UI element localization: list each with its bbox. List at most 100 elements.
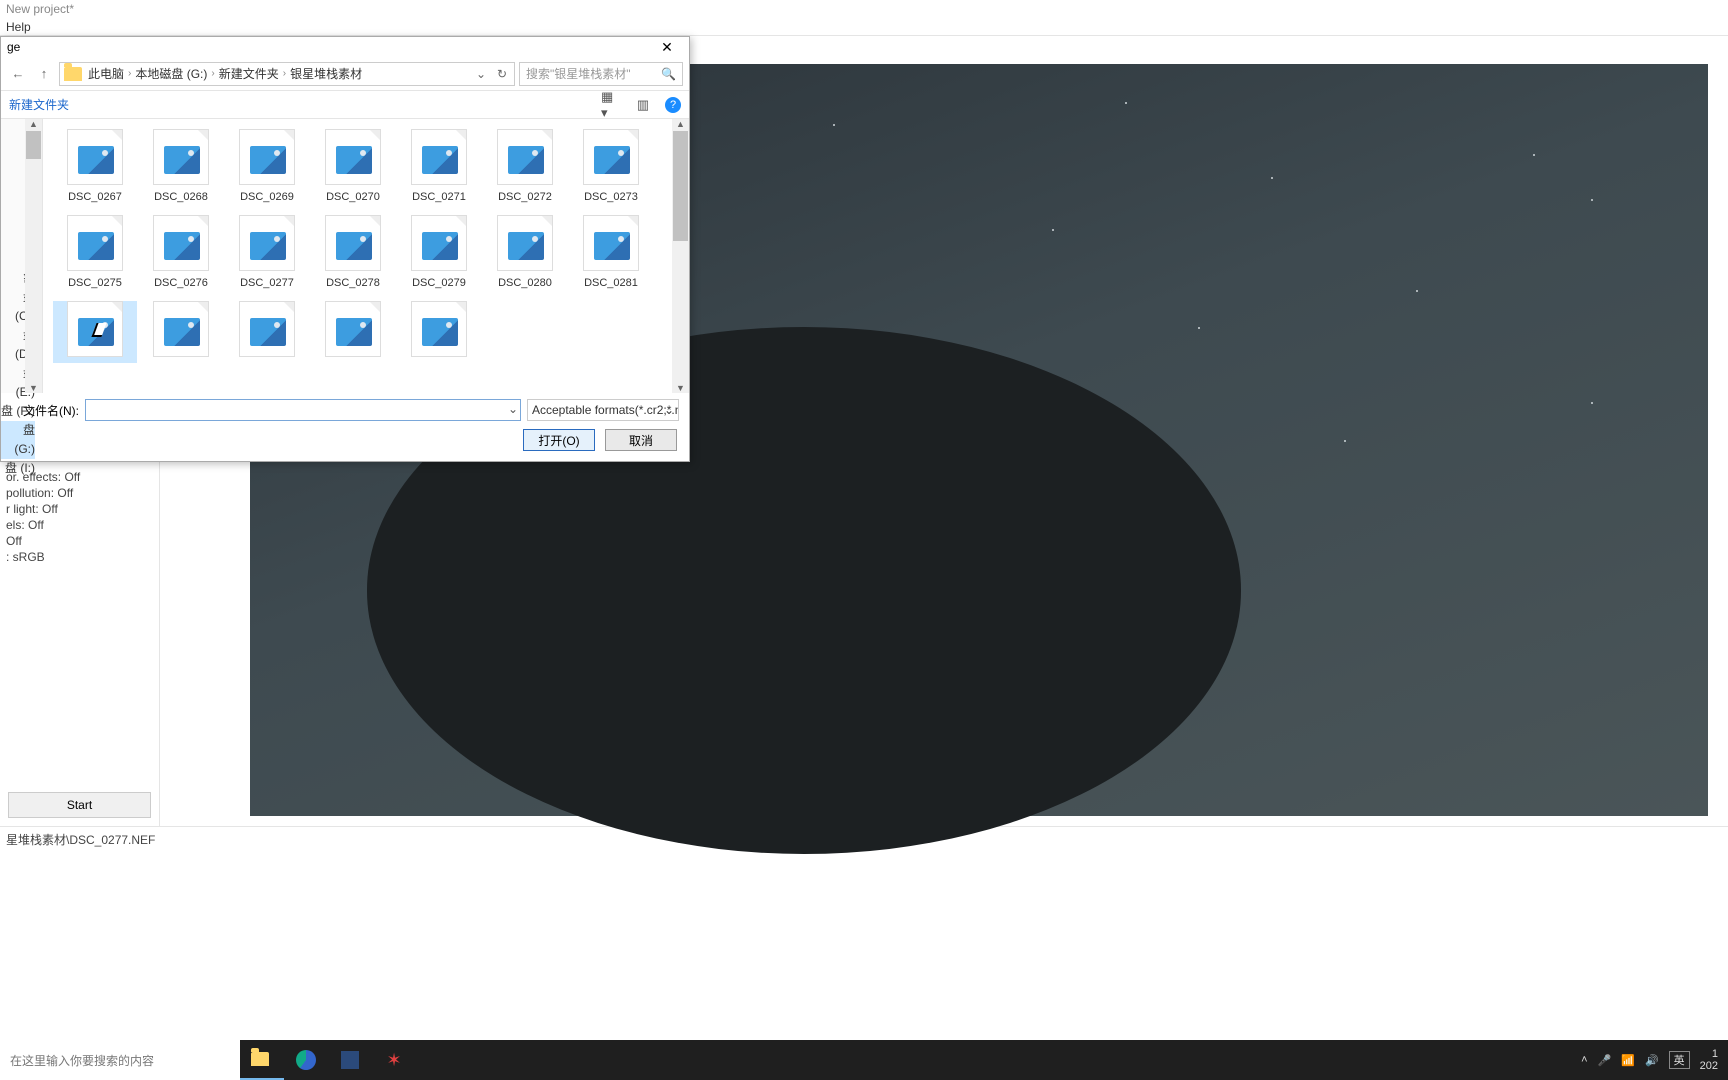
nav-tree[interactable]: 象盘 (C:)盘 (D:)盘 (E:)盘 (F:)盘 (G:)盘 (I:) ▲▼ — [1, 119, 43, 393]
file-label: DSC_0280 — [498, 277, 552, 289]
taskbar-app-icon[interactable] — [328, 1040, 372, 1080]
taskbar-explorer-icon[interactable] — [240, 1040, 284, 1080]
image-file-icon — [325, 129, 381, 185]
taskbar-search[interactable]: 在这里输入你要搜索的内容 — [0, 1040, 240, 1080]
image-file-icon — [325, 301, 381, 357]
tray-ime[interactable]: 英 — [1669, 1051, 1690, 1069]
file-label: DSC_0275 — [68, 277, 122, 289]
tray-network-icon[interactable]: 📶 — [1621, 1054, 1635, 1067]
taskbar-edge-icon[interactable] — [284, 1040, 328, 1080]
taskbar-app2-icon[interactable]: ✶ — [372, 1040, 416, 1080]
file-label: DSC_0271 — [412, 191, 466, 203]
search-placeholder: 搜索"银星堆栈素材" — [526, 65, 631, 82]
app-title: New project* — [0, 0, 1728, 18]
file-item[interactable]: DSC_0276 — [139, 215, 223, 289]
file-label: DSC_0270 — [326, 191, 380, 203]
file-item[interactable]: DSC_0280 — [483, 215, 567, 289]
system-tray[interactable]: ˄ 🎤 📶 🔊 英 1 202 — [1571, 1048, 1728, 1072]
file-label: DSC_0267 — [68, 191, 122, 203]
image-file-icon — [583, 129, 639, 185]
nav-up-button[interactable]: ↑ — [33, 63, 55, 85]
file-item[interactable] — [139, 301, 223, 363]
image-file-icon — [325, 215, 381, 271]
breadcrumb-item[interactable]: 本地磁盘 (G:) — [135, 65, 207, 82]
breadcrumb-item[interactable]: 新建文件夹 — [219, 65, 279, 82]
drive-item[interactable]: 盘 (I:) — [1, 459, 35, 478]
drive-item[interactable]: 盘 (F:) — [1, 402, 35, 421]
file-item[interactable]: DSC_0267 — [53, 129, 137, 203]
drive-item[interactable]: 盘 (G:) — [1, 421, 35, 459]
chevron-down-icon[interactable]: ⌄ — [664, 403, 674, 417]
breadcrumb-item[interactable]: 银星堆栈素材 — [290, 65, 362, 82]
image-file-icon — [67, 215, 123, 271]
file-label: DSC_0279 — [412, 277, 466, 289]
image-file-icon — [239, 301, 295, 357]
file-label: DSC_0273 — [584, 191, 638, 203]
setting-line: pollution: Off — [6, 485, 153, 501]
image-file-icon — [67, 129, 123, 185]
refresh-button[interactable]: ↻ — [490, 67, 514, 81]
file-item[interactable]: DSC_0271 — [397, 129, 481, 203]
file-item[interactable]: DSC_0279 — [397, 215, 481, 289]
menu-help[interactable]: Help — [0, 18, 1728, 36]
file-label: DSC_0272 — [498, 191, 552, 203]
tray-date: 202 — [1700, 1060, 1718, 1072]
file-item[interactable]: DSC_0273 — [569, 129, 653, 203]
setting-line: Off — [6, 533, 153, 549]
search-input[interactable]: 搜索"银星堆栈素材" 🔍 — [519, 62, 683, 86]
cancel-button[interactable]: 取消 — [605, 429, 677, 451]
image-file-icon — [411, 129, 467, 185]
file-item[interactable]: DSC_0270 — [311, 129, 395, 203]
tray-volume-icon[interactable]: 🔊 — [1645, 1054, 1659, 1067]
file-item[interactable]: DSC_0275 — [53, 215, 137, 289]
dialog-title: ge — [7, 40, 20, 54]
file-label: DSC_0281 — [584, 277, 638, 289]
dialog-close-button[interactable]: ✕ — [651, 37, 683, 57]
nav-back-button[interactable]: ← — [7, 63, 29, 85]
file-scrollbar[interactable]: ▲▼ — [672, 119, 689, 393]
file-open-dialog: ge ✕ ← ↑ 此电脑› 本地磁盘 (G:)› 新建文件夹› 银星堆栈素材 ⌄… — [0, 36, 690, 462]
folder-icon — [64, 67, 82, 81]
file-label: DSC_0278 — [326, 277, 380, 289]
image-file-icon — [153, 129, 209, 185]
tray-clock[interactable]: 1 — [1712, 1048, 1718, 1060]
setting-line: els: Off — [6, 517, 153, 533]
file-type-filter[interactable]: Acceptable formats(*.cr2;*.ne ⌄ — [527, 399, 679, 421]
file-item[interactable]: DSC_0272 — [483, 129, 567, 203]
help-button[interactable]: ? — [665, 97, 681, 113]
image-file-icon — [153, 215, 209, 271]
file-item[interactable] — [53, 301, 137, 363]
image-file-icon — [239, 129, 295, 185]
breadcrumb[interactable]: 此电脑› 本地磁盘 (G:)› 新建文件夹› 银星堆栈素材 ⌄ ↻ — [59, 62, 515, 86]
search-icon: 🔍 — [661, 67, 676, 81]
settings-list: or. effects: Off pollution: Off r light:… — [0, 463, 159, 571]
tray-chevron-icon[interactable]: ˄ — [1581, 1054, 1587, 1066]
file-label: DSC_0276 — [154, 277, 208, 289]
setting-line: : sRGB — [6, 549, 153, 565]
breadcrumb-dropdown-icon[interactable]: ⌄ — [472, 67, 490, 81]
image-file-icon — [497, 129, 553, 185]
tray-mic-icon[interactable]: 🎤 — [1598, 1054, 1612, 1067]
start-button[interactable]: Start — [8, 792, 151, 818]
new-folder-button[interactable]: 新建文件夹 — [9, 96, 69, 113]
image-file-icon — [497, 215, 553, 271]
filename-input[interactable]: ⌄ — [85, 399, 521, 421]
file-item[interactable]: DSC_0277 — [225, 215, 309, 289]
file-item[interactable]: DSC_0281 — [569, 215, 653, 289]
image-file-icon — [67, 301, 123, 357]
file-item[interactable] — [397, 301, 481, 363]
open-button[interactable]: 打开(O) — [523, 429, 595, 451]
chevron-down-icon[interactable]: ⌄ — [508, 402, 518, 416]
file-item[interactable]: DSC_0268 — [139, 129, 223, 203]
tree-scrollbar[interactable]: ▲▼ — [25, 119, 42, 393]
file-item[interactable]: DSC_0269 — [225, 129, 309, 203]
breadcrumb-item[interactable]: 此电脑 — [88, 65, 124, 82]
file-list[interactable]: DSC_0267 DSC_0268 DSC_0269 DSC_0270 DSC_0271… — [43, 119, 689, 393]
file-item[interactable] — [225, 301, 309, 363]
preview-pane-button[interactable]: ▥ — [633, 95, 653, 115]
taskbar[interactable]: 在这里输入你要搜索的内容 ✶ ˄ 🎤 📶 🔊 英 1 202 — [0, 1040, 1728, 1080]
view-mode-button[interactable]: ▦ ▾ — [601, 95, 621, 115]
file-item[interactable]: DSC_0278 — [311, 215, 395, 289]
file-label: DSC_0268 — [154, 191, 208, 203]
file-item[interactable] — [311, 301, 395, 363]
